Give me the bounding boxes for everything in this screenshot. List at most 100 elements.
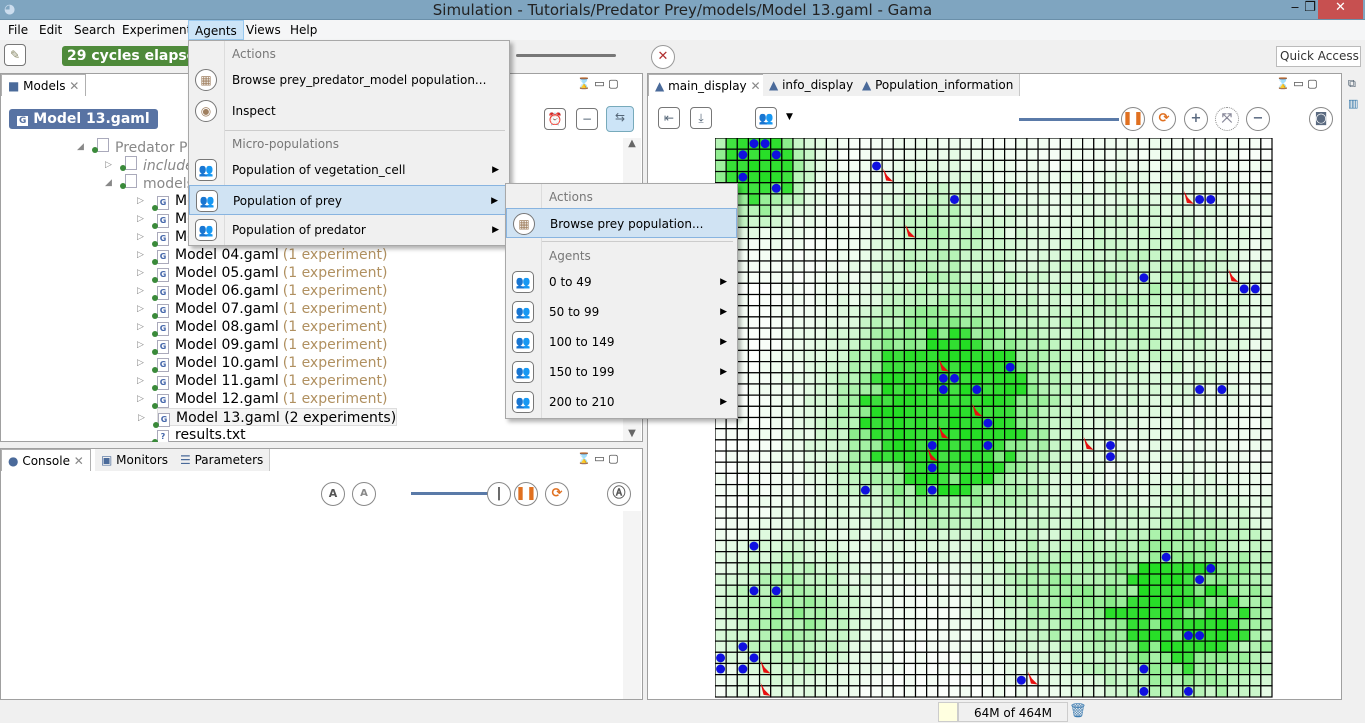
vegetation-cell[interactable] <box>959 338 972 352</box>
vegetation-cell[interactable] <box>1037 495 1050 508</box>
vegetation-cell[interactable] <box>1115 159 1128 173</box>
vegetation-cell[interactable] <box>1160 562 1173 575</box>
vegetation-cell[interactable] <box>1148 182 1162 195</box>
vegetation-cell[interactable] <box>1249 595 1262 609</box>
vegetation-cell[interactable] <box>892 629 905 642</box>
vegetation-cell[interactable] <box>803 629 816 642</box>
vegetation-cell[interactable] <box>970 361 983 374</box>
vegetation-cell[interactable] <box>1204 606 1217 620</box>
tree-item[interactable]: ▷ G Model 08.gaml (1 experiment) <box>137 318 387 337</box>
vegetation-cell[interactable] <box>981 170 995 184</box>
vegetation-cell[interactable] <box>1082 249 1095 262</box>
vegetation-cell[interactable] <box>992 271 1006 284</box>
vegetation-cell[interactable] <box>981 551 995 564</box>
vegetation-cell[interactable] <box>914 305 928 318</box>
vegetation-cell[interactable] <box>836 338 850 352</box>
vegetation-cell[interactable] <box>1249 349 1262 363</box>
vegetation-cell[interactable] <box>1070 338 1084 352</box>
vegetation-cell[interactable] <box>1004 148 1017 161</box>
vegetation-cell[interactable] <box>1193 584 1206 597</box>
vegetation-cell[interactable] <box>1037 562 1050 575</box>
vegetation-cell[interactable] <box>758 595 772 609</box>
vegetation-cell[interactable] <box>937 495 950 508</box>
vegetation-cell[interactable] <box>1137 138 1151 150</box>
vegetation-cell[interactable] <box>770 606 783 620</box>
vegetation-cell[interactable] <box>1126 506 1139 519</box>
vegetation-cell[interactable] <box>1215 338 1229 352</box>
vegetation-cell[interactable] <box>914 293 928 307</box>
vegetation-cell[interactable] <box>859 506 872 519</box>
vegetation-cell[interactable] <box>948 316 961 329</box>
vegetation-cell[interactable] <box>892 293 905 307</box>
vegetation-cell[interactable] <box>1137 629 1151 642</box>
vegetation-cell[interactable] <box>948 595 961 609</box>
vegetation-cell[interactable] <box>848 450 861 463</box>
vegetation-cell[interactable] <box>1026 249 1039 262</box>
vegetation-cell[interactable] <box>1082 349 1095 363</box>
vegetation-cell[interactable] <box>937 182 950 195</box>
vegetation-cell[interactable] <box>1226 483 1240 497</box>
vegetation-cell[interactable] <box>1204 327 1217 340</box>
vegetation-cell[interactable] <box>892 506 905 519</box>
vegetation-cell[interactable] <box>814 551 828 564</box>
vegetation-cell[interactable] <box>1215 159 1229 173</box>
vegetation-cell[interactable] <box>736 316 750 329</box>
vegetation-cell[interactable] <box>1037 204 1050 217</box>
vegetation-cell[interactable] <box>1204 551 1217 564</box>
vegetation-cell[interactable] <box>1070 260 1084 273</box>
vegetation-cell[interactable] <box>1260 394 1273 407</box>
vegetation-cell[interactable] <box>770 226 783 240</box>
vegetation-cell[interactable] <box>803 394 816 407</box>
vegetation-cell[interactable] <box>1104 138 1117 150</box>
vegetation-cell[interactable] <box>926 293 939 307</box>
vegetation-cell[interactable] <box>1193 305 1206 318</box>
vegetation-cell[interactable] <box>725 629 738 642</box>
vegetation-cell[interactable] <box>715 506 727 519</box>
vegetation-cell[interactable] <box>1137 517 1151 530</box>
vegetation-cell[interactable] <box>1115 606 1128 620</box>
vegetation-cell[interactable] <box>825 651 839 665</box>
vegetation-cell[interactable] <box>1182 260 1195 273</box>
vegetation-cell[interactable] <box>1037 138 1050 150</box>
vegetation-cell[interactable] <box>1226 249 1240 262</box>
vegetation-cell[interactable] <box>859 271 872 284</box>
vegetation-cell[interactable] <box>1260 193 1273 206</box>
vegetation-cell[interactable] <box>803 215 816 229</box>
vegetation-cell[interactable] <box>1093 495 1106 508</box>
vegetation-cell[interactable] <box>970 539 983 553</box>
prey-agent[interactable] <box>1183 631 1193 641</box>
vegetation-cell[interactable] <box>814 372 828 385</box>
vegetation-cell[interactable] <box>803 461 816 475</box>
vegetation-cell[interactable] <box>992 562 1006 575</box>
vegetation-cell[interactable] <box>903 439 917 452</box>
vegetation-cell[interactable] <box>1093 383 1106 396</box>
vegetation-cell[interactable] <box>1215 305 1229 318</box>
vegetation-cell[interactable] <box>926 528 939 542</box>
vegetation-cell[interactable] <box>1193 674 1206 687</box>
vegetation-cell[interactable] <box>1204 271 1217 284</box>
prey-agent[interactable] <box>983 418 993 428</box>
vegetation-cell[interactable] <box>948 517 961 530</box>
vegetation-cell[interactable] <box>848 282 861 296</box>
vegetation-cell[interactable] <box>1226 226 1240 240</box>
vegetation-cell[interactable] <box>1015 260 1028 273</box>
vegetation-cell[interactable] <box>1249 327 1262 340</box>
vegetation-cell[interactable] <box>836 483 850 497</box>
vegetation-cell[interactable] <box>1070 450 1084 463</box>
vegetation-cell[interactable] <box>970 685 983 698</box>
vegetation-cell[interactable] <box>747 640 761 653</box>
vegetation-cell[interactable] <box>1204 651 1217 665</box>
vegetation-cell[interactable] <box>970 528 983 542</box>
vegetation-cell[interactable] <box>1148 327 1162 340</box>
vegetation-cell[interactable] <box>758 293 772 307</box>
vegetation-cell[interactable] <box>736 394 750 407</box>
vegetation-cell[interactable] <box>1093 439 1106 452</box>
vegetation-cell[interactable] <box>781 539 794 553</box>
prey-agent[interactable] <box>749 139 759 149</box>
vegetation-cell[interactable] <box>914 405 928 419</box>
vegetation-cell[interactable] <box>814 316 828 329</box>
vegetation-cell[interactable] <box>725 562 738 575</box>
vegetation-cell[interactable] <box>848 405 861 419</box>
vegetation-cell[interactable] <box>758 148 772 161</box>
vegetation-cell[interactable] <box>1070 584 1084 597</box>
